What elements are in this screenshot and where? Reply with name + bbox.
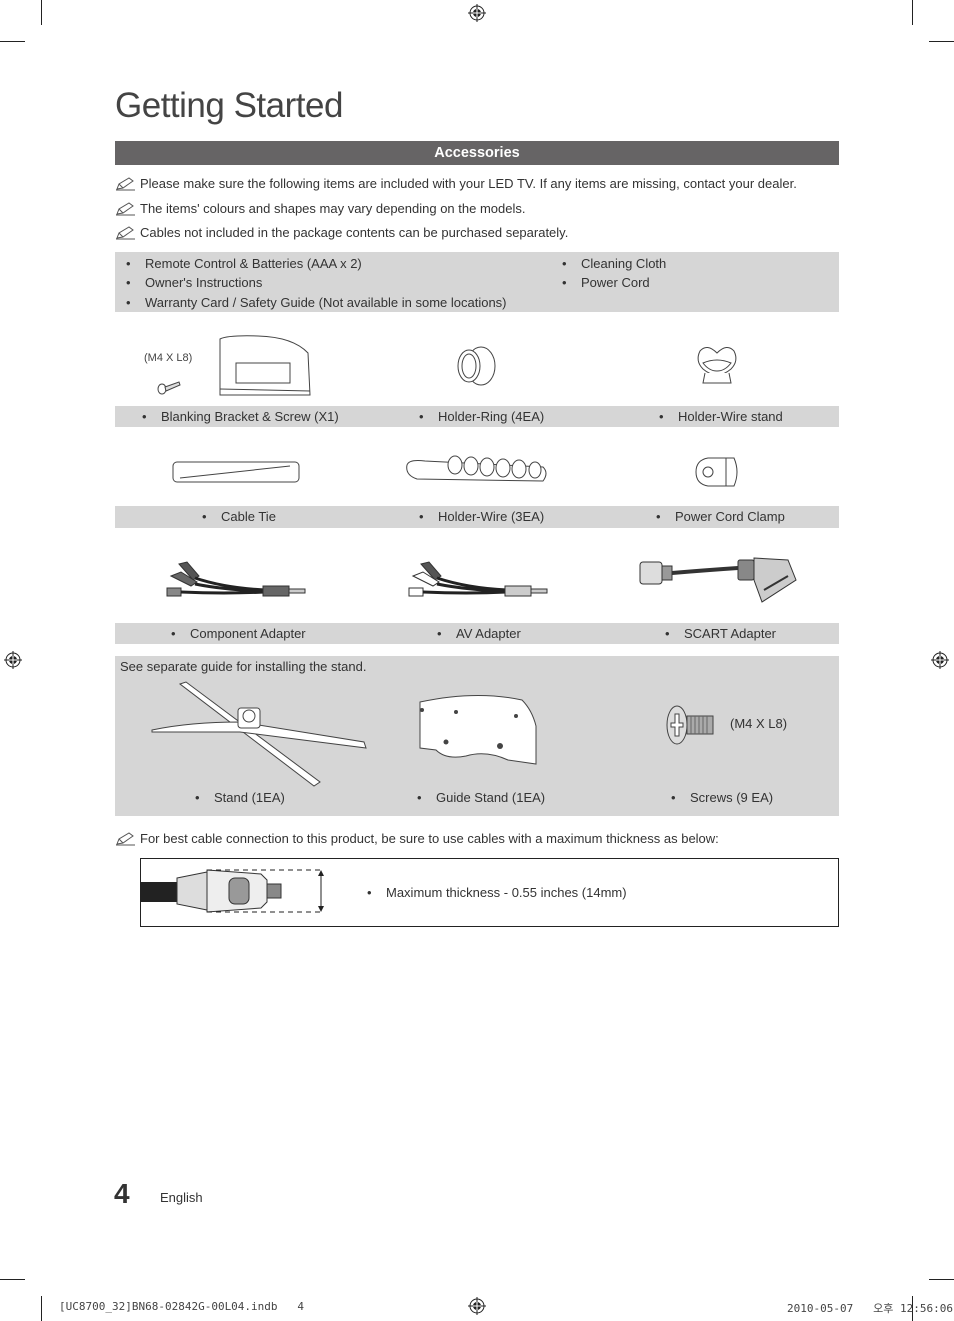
blanking-bracket-icon (218, 335, 314, 397)
av-adapter-icon (407, 560, 549, 600)
accessory-label: Component Adapter (171, 626, 306, 641)
accessory-label: AV Adapter (437, 626, 521, 641)
list-item: Remote Control & Batteries (AAA x 2) (126, 256, 362, 271)
print-slug-date: 2010-05-07 오후 12:56:06 (787, 1302, 953, 1315)
accessory-label: Holder-Wire (3EA) (419, 509, 544, 524)
note-pencil-icon (116, 201, 135, 215)
screw-icon (157, 379, 181, 395)
cable-spec-text: Maximum thickness - 0.55 inches (14mm) (367, 885, 627, 900)
list-item: Cleaning Cloth (562, 256, 666, 271)
cable-thickness-icon (141, 868, 324, 914)
accessory-label: Blanking Bracket & Screw (X1) (142, 409, 339, 424)
note-pencil-icon (116, 225, 135, 239)
holder-wire-icon (405, 453, 549, 489)
section-header: Accessories (115, 141, 839, 165)
screw-spec-label: (M4 X L8) (144, 352, 193, 364)
registration-mark-icon (4, 651, 22, 669)
list-item: Power Cord (562, 275, 650, 290)
scart-adapter-icon (638, 556, 798, 606)
accessory-label: Cable Tie (202, 509, 276, 524)
holder-wire-stand-icon (695, 343, 739, 389)
print-slug-file: [UC8700_32]BN68-02842G-00L04.indb 4 (59, 1300, 305, 1313)
guide-stand-icon (416, 690, 540, 766)
note-text: Please make sure the following items are… (140, 176, 797, 191)
accessory-label: Holder-Ring (4EA) (419, 409, 544, 424)
accessory-label: Stand (1EA) (195, 790, 285, 805)
language-label: English (160, 1190, 203, 1205)
note-text: For best cable connection to this produc… (140, 831, 719, 846)
list-item: Owner's Instructions (126, 275, 262, 290)
note: The items' colours and shapes may vary d… (115, 201, 525, 216)
component-adapter-icon (165, 560, 307, 600)
power-cord-clamp-icon (694, 456, 742, 488)
screw-icon (665, 704, 715, 746)
screw-spec-label: (M4 X L8) (730, 716, 788, 731)
registration-mark-icon (468, 4, 486, 22)
note-pencil-icon (116, 831, 135, 845)
crop-mark (929, 41, 954, 42)
note: Please make sure the following items are… (115, 176, 797, 191)
note-text: Cables not included in the package conte… (140, 225, 569, 240)
accessory-label: Power Cord Clamp (656, 509, 785, 524)
cable-tie-icon (172, 460, 300, 484)
registration-mark-icon (468, 1297, 486, 1315)
accessory-label: Holder-Wire stand (659, 409, 783, 424)
accessory-label: Guide Stand (1EA) (417, 790, 545, 805)
note-pencil-icon (116, 176, 135, 190)
crop-mark (41, 0, 42, 25)
note: For best cable connection to this produc… (115, 831, 719, 846)
list-item: Warranty Card / Safety Guide (Not availa… (126, 295, 506, 310)
page-title: Getting Started (115, 86, 343, 125)
crop-mark (912, 0, 913, 25)
crop-mark (0, 41, 25, 42)
stand-box-caption: See separate guide for installing the st… (120, 659, 367, 674)
crop-mark (41, 1296, 42, 1321)
crop-mark (0, 1279, 25, 1280)
accessory-label: Screws (9 EA) (671, 790, 773, 805)
accessory-label: SCART Adapter (665, 626, 776, 641)
page-number: 4 (114, 1178, 130, 1209)
note: Cables not included in the package conte… (115, 225, 568, 240)
registration-mark-icon (931, 651, 949, 669)
note-text: The items' colours and shapes may vary d… (140, 201, 526, 216)
stand-icon (150, 682, 368, 786)
holder-ring-icon (453, 345, 499, 387)
crop-mark (929, 1279, 954, 1280)
